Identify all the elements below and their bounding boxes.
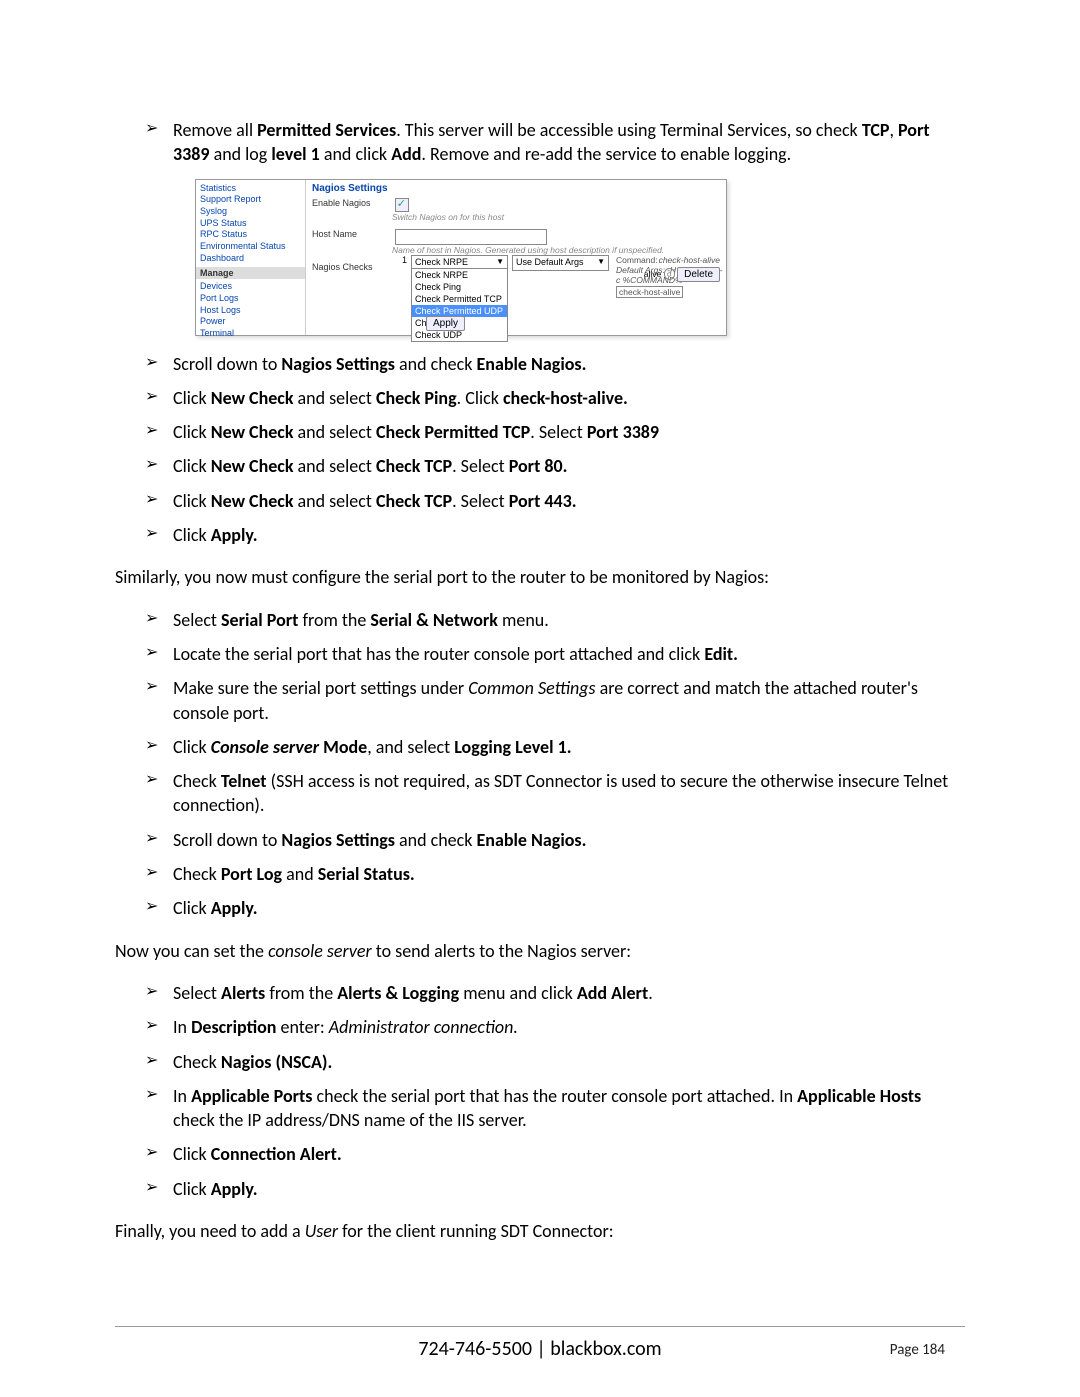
sidebar-link[interactable]: Host Logs bbox=[200, 305, 301, 317]
list-item: In Description enter: Administrator conn… bbox=[145, 1015, 965, 1039]
list-item: Click New Check and select Check TCP. Se… bbox=[145, 454, 965, 478]
list-intro: Remove all Permitted Services. This serv… bbox=[115, 118, 965, 167]
dropdown-option[interactable]: Check Permitted TCP bbox=[412, 293, 507, 305]
list-item: Select Alerts from the Alerts & Logging … bbox=[145, 981, 965, 1005]
nagios-settings-heading: Nagios Settings bbox=[312, 183, 720, 194]
page: Remove all Permitted Services. This serv… bbox=[0, 0, 1080, 1397]
para-alerts-intro: Now you can set the console server to se… bbox=[115, 939, 965, 963]
args-dropdown[interactable]: Use Default Args▼ bbox=[512, 255, 609, 271]
enable-nagios-label: Enable Nagios bbox=[312, 198, 392, 208]
list-after-shot: Scroll down to Nagios Settings and check… bbox=[115, 352, 965, 548]
delete-button[interactable]: Delete bbox=[677, 267, 720, 282]
nagios-screenshot: StatisticsSupport ReportSyslogUPS Status… bbox=[195, 179, 727, 336]
radio-icon: ○ bbox=[664, 268, 675, 280]
list-item: Click New Check and select Check TCP. Se… bbox=[145, 489, 965, 513]
hostname-input[interactable] bbox=[395, 229, 547, 245]
list-item: Click New Check and select Check Ping. C… bbox=[145, 386, 965, 410]
sidebar-link[interactable]: Support Report bbox=[200, 194, 301, 206]
list-item: Click New Check and select Check Permitt… bbox=[145, 420, 965, 444]
enable-nagios-checkbox[interactable] bbox=[395, 198, 409, 212]
hostname-label: Host Name bbox=[312, 229, 392, 239]
list-item: Click Apply. bbox=[145, 896, 965, 920]
chevron-down-icon: ▼ bbox=[496, 257, 504, 266]
list-item: Click Apply. bbox=[145, 1177, 965, 1201]
sidebar-link[interactable]: UPS Status bbox=[200, 218, 301, 230]
list-item: Click Connection Alert. bbox=[145, 1142, 965, 1166]
check-name-small: check-host-alive bbox=[644, 255, 720, 265]
list-item: Check Nagios (NSCA). bbox=[145, 1050, 965, 1074]
list-item: Make sure the serial port settings under… bbox=[145, 676, 965, 725]
list-item: Check Port Log and Serial Status. bbox=[145, 862, 965, 886]
dropdown-option[interactable]: Check Ping bbox=[412, 281, 507, 293]
list-item: Remove all Permitted Services. This serv… bbox=[145, 118, 965, 167]
sidebar-link[interactable]: Power bbox=[200, 316, 301, 328]
page-number: Page 184 bbox=[890, 1341, 945, 1359]
sidebar-link[interactable]: Statistics bbox=[200, 183, 301, 195]
sidebar-link[interactable]: Devices bbox=[200, 281, 301, 293]
list-item: Click Console server Mode, and select Lo… bbox=[145, 735, 965, 759]
list-alerts: Select Alerts from the Alerts & Logging … bbox=[115, 981, 965, 1201]
para-serial-intro: Similarly, you now must configure the se… bbox=[115, 565, 965, 589]
screenshot-main: Nagios Settings Enable Nagios Switch Nag… bbox=[306, 180, 726, 335]
list-serial: Select Serial Port from the Serial & Net… bbox=[115, 608, 965, 921]
screenshot-sidebar: StatisticsSupport ReportSyslogUPS Status… bbox=[196, 180, 306, 335]
list-item: Check Telnet (SSH access is not required… bbox=[145, 769, 965, 818]
list-item: Scroll down to Nagios Settings and check… bbox=[145, 828, 965, 852]
list-item: In Applicable Ports check the serial por… bbox=[145, 1084, 965, 1133]
manage-header: Manage bbox=[196, 267, 305, 279]
sidebar-link[interactable]: Dashboard bbox=[200, 253, 301, 265]
sidebar-link[interactable]: Terminal bbox=[200, 328, 301, 340]
list-item: Select Serial Port from the Serial & Net… bbox=[145, 608, 965, 632]
list-item: Click Apply. bbox=[145, 523, 965, 547]
sidebar-link[interactable]: Environmental Status bbox=[200, 241, 301, 253]
footer-divider bbox=[115, 1326, 965, 1327]
sidebar-link[interactable]: Port Logs bbox=[200, 293, 301, 305]
para-user-intro: Finally, you need to add a User for the … bbox=[115, 1219, 965, 1243]
hostname-help: Name of host in Nagios. Generated using … bbox=[392, 245, 664, 255]
enable-nagios-help: Switch Nagios on for this host bbox=[392, 212, 504, 222]
sidebar-link[interactable]: RPC Status bbox=[200, 229, 301, 241]
nagios-checks-label: Nagios Checks bbox=[312, 262, 392, 272]
list-item: Locate the serial port that has the rout… bbox=[145, 642, 965, 666]
apply-button[interactable]: Apply bbox=[426, 316, 465, 331]
sidebar-link[interactable]: Syslog bbox=[200, 206, 301, 218]
chevron-down-icon: ▼ bbox=[597, 257, 605, 266]
list-item: Scroll down to Nagios Settings and check… bbox=[145, 352, 965, 376]
dropdown-option[interactable]: Check NRPE bbox=[412, 269, 507, 281]
